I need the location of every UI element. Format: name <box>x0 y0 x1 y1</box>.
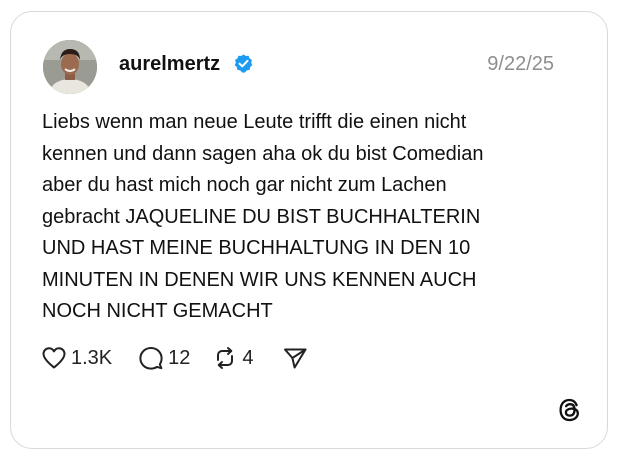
heart-icon <box>42 347 66 369</box>
reply-count: 12 <box>168 347 191 369</box>
post-card: aurelmertz 9/22/25 Liebs wenn man neue L… <box>10 11 608 449</box>
comment-bubble-icon <box>139 347 163 370</box>
share-button[interactable] <box>282 345 308 371</box>
repost-button[interactable]: 4 <box>212 345 254 371</box>
username[interactable]: aurelmertz <box>119 52 220 76</box>
repost-icon <box>217 347 234 369</box>
post-text: Liebs wenn man neue Leute trifft die ein… <box>42 111 484 322</box>
like-count: 1.3K <box>71 347 113 369</box>
reply-button[interactable]: 12 <box>138 345 190 371</box>
send-icon <box>283 348 307 369</box>
repost-count: 4 <box>242 347 254 369</box>
like-button[interactable]: 1.3K <box>41 346 112 370</box>
avatar[interactable] <box>43 40 97 94</box>
threads-logo-icon <box>559 398 579 422</box>
verified-badge-icon <box>234 54 253 73</box>
post-date: 9/22/25 <box>487 53 554 75</box>
action-bar: 1.3K 12 4 <box>41 344 308 372</box>
avatar-photo <box>43 40 97 94</box>
